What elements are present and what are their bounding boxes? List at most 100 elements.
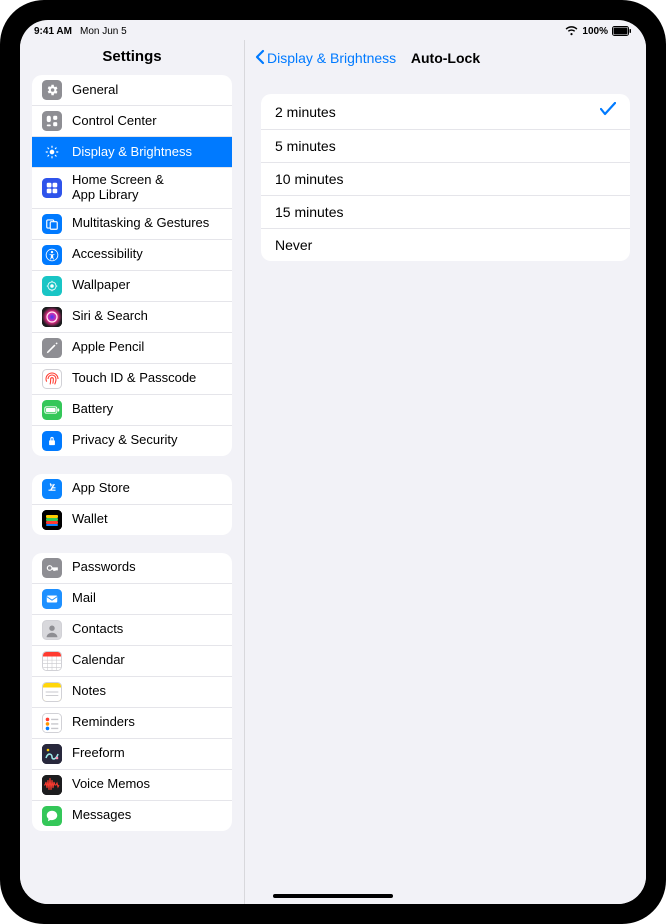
general-icon [42,80,62,100]
sidebar-item-label: Privacy & Security [72,433,177,448]
sidebar-item-notes[interactable]: Notes [32,677,232,708]
sidebar-item-privacy[interactable]: Privacy & Security [32,426,232,456]
sidebar-item-label: Voice Memos [72,777,150,792]
sidebar-item-siri[interactable]: Siri & Search [32,302,232,333]
contacts-icon [42,620,62,640]
checkmark-icon [600,102,616,121]
device-frame: 9:41 AM Mon Jun 5 100% Settings General C… [0,0,666,924]
back-button[interactable]: Display & Brightness [255,49,396,68]
sidebar-item-reminders[interactable]: Reminders [32,708,232,739]
sidebar-item-voicememos[interactable]: Voice Memos [32,770,232,801]
wallet-icon [42,510,62,530]
option-label: 5 minutes [275,138,336,154]
sidebar-item-display[interactable]: Display & Brightness [32,137,232,168]
wifi-icon [565,26,578,36]
sidebar-item-label: Siri & Search [72,309,148,324]
sidebar-item-label: Freeform [72,746,125,761]
back-label: Display & Brightness [267,50,396,66]
sidebar-item-wallpaper[interactable]: Wallpaper [32,271,232,302]
sidebar-item-label: Reminders [72,715,135,730]
accessibility-icon [42,245,62,265]
passwords-icon [42,558,62,578]
sidebar-item-label: Control Center [72,114,157,129]
sidebar-item-label: Calendar [72,653,125,668]
sidebar-item-label: Wallet [72,512,108,527]
sidebar-item-label: Mail [72,591,96,606]
freeform-icon [42,744,62,764]
sidebar-item-label: Display & Brightness [72,145,192,160]
sidebar-item-contacts[interactable]: Contacts [32,615,232,646]
nav-title: Auto-Lock [411,50,480,66]
sidebar-item-label: Passwords [72,560,136,575]
battery-percent: 100% [582,26,608,37]
sidebar-item-battery[interactable]: Battery [32,395,232,426]
nav-bar: Display & Brightness Auto-Lock [245,40,646,76]
sidebar-item-label: Wallpaper [72,278,130,293]
sidebar-group: App Store Wallet [32,474,232,535]
home-indicator[interactable] [273,894,393,898]
sidebar-item-label: Accessibility [72,247,143,262]
status-time: 9:41 AM [34,26,72,37]
sidebar-title: Settings [20,40,244,75]
privacy-icon [42,431,62,451]
autolock-option[interactable]: 5 minutes [261,130,630,163]
battery-icon [612,26,632,36]
sidebar-item-accessibility[interactable]: Accessibility [32,240,232,271]
battery-icon [42,400,62,420]
autolock-options: 2 minutes 5 minutes 10 minutes 15 minutes Ne… [261,94,630,261]
option-label: Never [275,237,312,253]
appstore-icon [42,479,62,499]
home-icon [42,178,62,198]
sidebar-item-freeform[interactable]: Freeform [32,739,232,770]
main-pane: Display & Brightness Auto-Lock 2 minutes… [244,40,646,904]
option-label: 2 minutes [275,104,336,120]
sidebar-item-label: General [72,83,118,98]
sidebar-item-label: App Store [72,481,130,496]
touchid-icon [42,369,62,389]
status-bar: 9:41 AM Mon Jun 5 100% [20,20,646,40]
sidebar-group: General Control Center Display & Brightnes… [32,75,232,456]
sidebar-item-multitask[interactable]: Multitasking & Gestures [32,209,232,240]
mail-icon [42,589,62,609]
sidebar-item-calendar[interactable]: Calendar [32,646,232,677]
sidebar-item-control-center[interactable]: Control Center [32,106,232,137]
option-label: 15 minutes [275,204,343,220]
display-icon [42,142,62,162]
sidebar-item-messages[interactable]: Messages [32,801,232,831]
sidebar-item-home[interactable]: Home Screen & App Library [32,168,232,209]
sidebar-item-wallet[interactable]: Wallet [32,505,232,535]
wallpaper-icon [42,276,62,296]
sidebar-item-label: Contacts [72,622,123,637]
sidebar-item-label: Messages [72,808,131,823]
sidebar-item-mail[interactable]: Mail [32,584,232,615]
sidebar-item-label: Battery [72,402,113,417]
control-center-icon [42,111,62,131]
reminders-icon [42,713,62,733]
autolock-option[interactable]: 10 minutes [261,163,630,196]
autolock-option[interactable]: 15 minutes [261,196,630,229]
notes-icon [42,682,62,702]
messages-icon [42,806,62,826]
voicememos-icon [42,775,62,795]
status-date: Mon Jun 5 [80,26,127,37]
sidebar-item-touchid[interactable]: Touch ID & Passcode [32,364,232,395]
screen: 9:41 AM Mon Jun 5 100% Settings General C… [20,20,646,904]
sidebar-item-label: Apple Pencil [72,340,144,355]
sidebar-item-appstore[interactable]: App Store [32,474,232,505]
sidebar-scroll[interactable]: General Control Center Display & Brightnes… [20,75,244,904]
sidebar-group: Passwords Mail Contacts Calendar Notes Remind… [32,553,232,831]
autolock-option[interactable]: Never [261,229,630,261]
chevron-left-icon [255,49,265,68]
siri-icon [42,307,62,327]
autolock-option[interactable]: 2 minutes [261,94,630,130]
multitask-icon [42,214,62,234]
sidebar-item-pencil[interactable]: Apple Pencil [32,333,232,364]
sidebar: Settings General Control Center Display & … [20,40,244,904]
sidebar-item-passwords[interactable]: Passwords [32,553,232,584]
option-label: 10 minutes [275,171,343,187]
sidebar-item-label: Multitasking & Gestures [72,216,209,231]
calendar-icon [42,651,62,671]
sidebar-item-label: Touch ID & Passcode [72,371,196,386]
pencil-icon [42,338,62,358]
sidebar-item-general[interactable]: General [32,75,232,106]
